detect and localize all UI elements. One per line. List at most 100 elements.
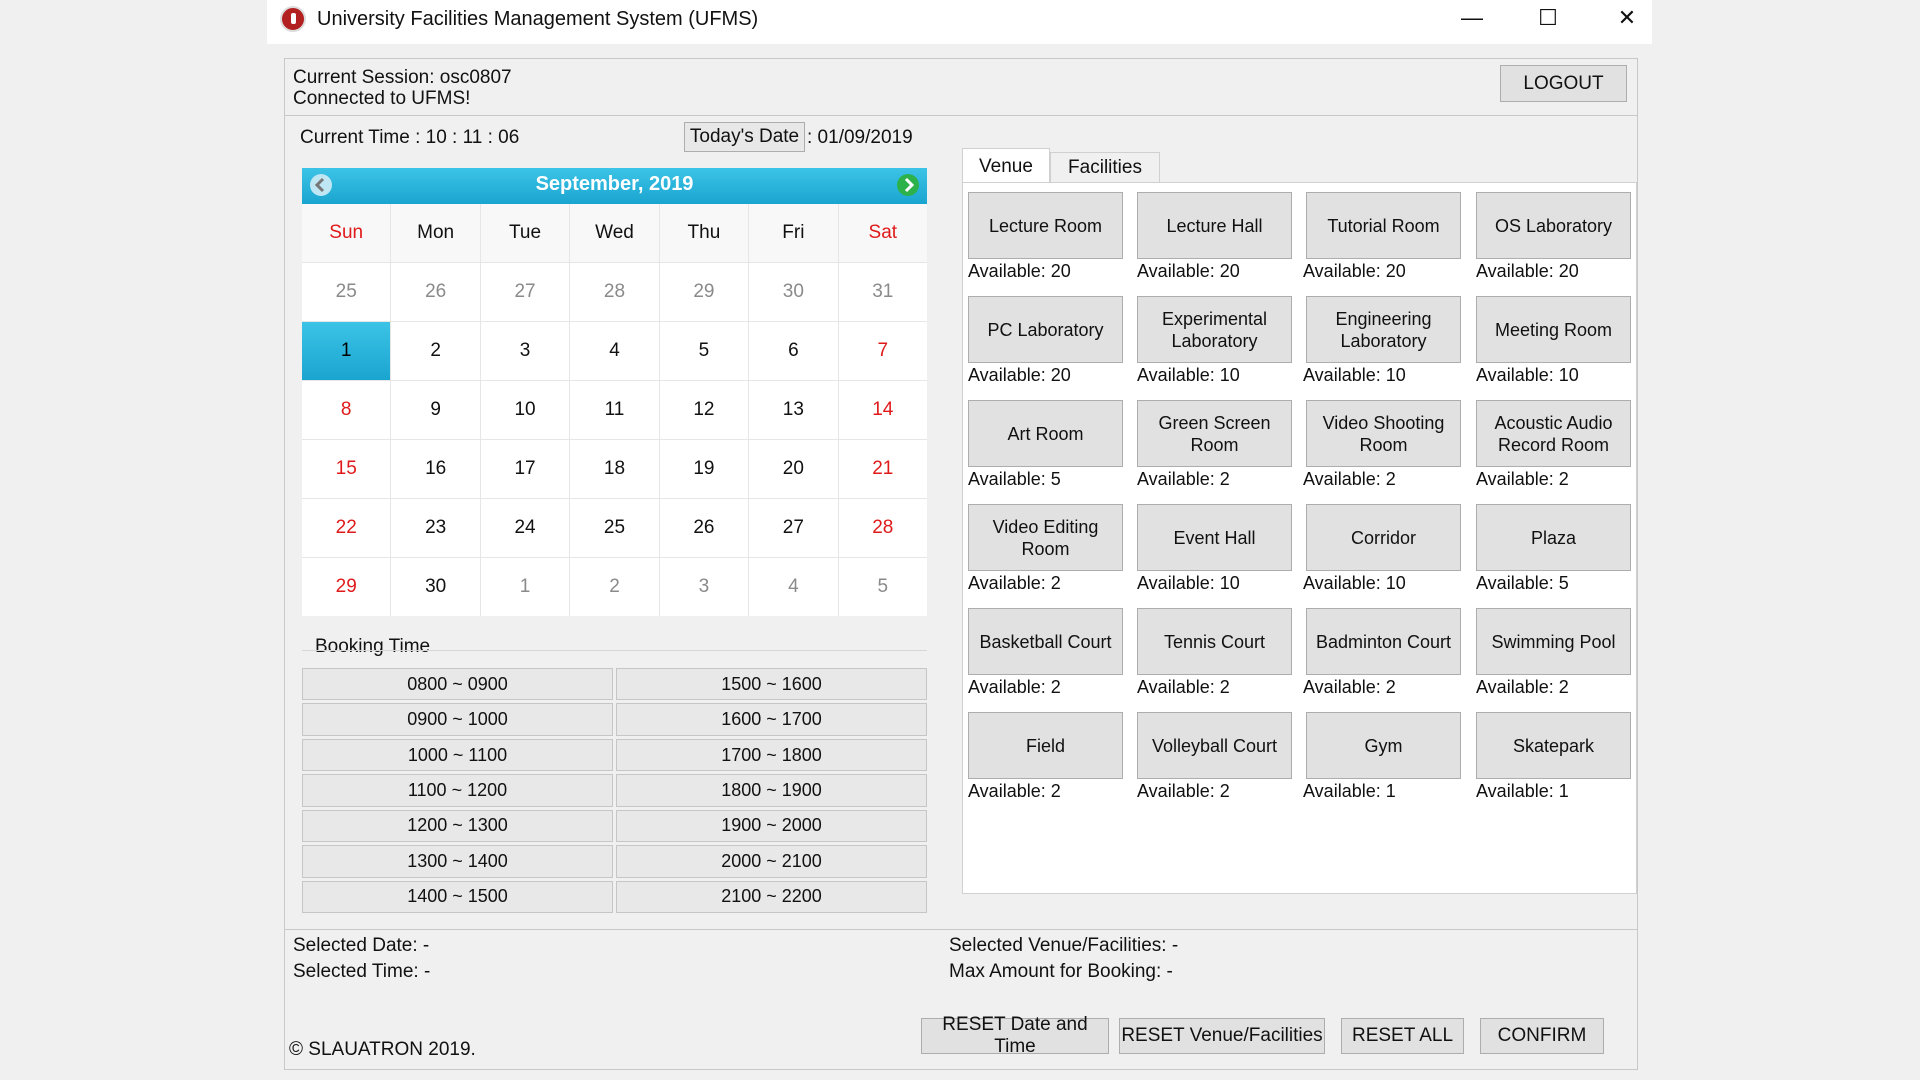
reset-venue-facilities-button[interactable]: RESET Venue/Facilities <box>1119 1018 1325 1054</box>
calendar-day[interactable]: 31 <box>838 263 927 321</box>
booking-time-slot[interactable]: 1700 ~ 1800 <box>616 738 927 772</box>
venue-button[interactable]: Tennis Court <box>1137 608 1292 675</box>
venue-button[interactable]: Video Shooting Room <box>1306 400 1461 467</box>
calendar-day[interactable]: 30 <box>749 263 838 321</box>
connection-status-text: Connected to UFMS! <box>293 88 471 109</box>
calendar-grid: Sun Mon Tue Wed Thu Fri Sat 25 26 27 28 29 30 31 1 2 3 4 5… <box>302 204 927 616</box>
booking-time-slot[interactable]: 1100 ~ 1200 <box>302 774 613 807</box>
booking-time-slot[interactable]: 1800 ~ 1900 <box>616 774 927 807</box>
calendar-day[interactable]: 25 <box>570 499 659 557</box>
calendar-day[interactable]: 8 <box>302 381 391 439</box>
venue-button[interactable]: Meeting Room <box>1476 296 1631 363</box>
venue-button[interactable]: Basketball Court <box>968 608 1123 675</box>
tab-facilities[interactable]: Facilities <box>1050 152 1160 184</box>
logout-button[interactable]: LOGOUT <box>1500 65 1627 102</box>
calendar-day[interactable]: 10 <box>480 381 570 439</box>
venue-button[interactable]: Green Screen Room <box>1137 400 1292 467</box>
venue-button[interactable]: Plaza <box>1476 504 1631 571</box>
venue-button[interactable]: Acoustic Audio Record Room <box>1476 400 1631 467</box>
booking-time-slot[interactable]: 2100 ~ 2200 <box>616 880 927 913</box>
calendar-day[interactable]: 19 <box>659 440 749 498</box>
minimize-button[interactable]: — <box>1437 0 1507 36</box>
calendar-day[interactable]: 15 <box>302 440 391 498</box>
venue-button[interactable]: Event Hall <box>1137 504 1292 571</box>
calendar-day[interactable]: 28 <box>838 499 927 557</box>
booking-time-slot[interactable]: 1000 ~ 1100 <box>302 738 613 772</box>
venue-availability: Available: 20 <box>1476 261 1579 281</box>
calendar-day[interactable]: 17 <box>480 440 570 498</box>
booking-time-slot[interactable]: 1200 ~ 1300 <box>302 809 613 843</box>
venue-button[interactable]: Gym <box>1306 712 1461 779</box>
calendar-day[interactable]: 23 <box>391 499 480 557</box>
calendar-day[interactable]: 29 <box>302 558 391 616</box>
venue-button[interactable]: Skatepark <box>1476 712 1631 779</box>
calendar-day[interactable]: 7 <box>838 322 927 380</box>
booking-time-slot[interactable]: 0900 ~ 1000 <box>302 703 613 736</box>
venue-button[interactable]: OS Laboratory <box>1476 192 1631 259</box>
calendar-day[interactable]: 11 <box>570 381 659 439</box>
calendar-day-selected[interactable]: 1 <box>302 322 391 380</box>
calendar-day[interactable]: 24 <box>480 499 570 557</box>
calendar-day[interactable]: 5 <box>659 322 749 380</box>
venue-button[interactable]: Video Editing Room <box>968 504 1123 571</box>
venue-button[interactable]: PC Laboratory <box>968 296 1123 363</box>
booking-time-slot[interactable]: 1500 ~ 1600 <box>616 668 927 701</box>
todays-date-button[interactable]: Today's Date <box>684 122 805 152</box>
venue-button[interactable]: Badminton Court <box>1306 608 1461 675</box>
selected-date-text: Selected Date: - <box>293 935 430 956</box>
calendar-day[interactable]: 20 <box>749 440 838 498</box>
venue-button[interactable]: Art Room <box>968 400 1123 467</box>
calendar-day[interactable]: 1 <box>480 558 570 616</box>
calendar-day[interactable]: 3 <box>480 322 570 380</box>
calendar-day[interactable]: 2 <box>391 322 480 380</box>
venue-button[interactable]: Field <box>968 712 1123 779</box>
calendar-day[interactable]: 6 <box>749 322 838 380</box>
next-month-icon[interactable] <box>897 174 919 196</box>
booking-time-slot[interactable]: 1300 ~ 1400 <box>302 845 613 878</box>
calendar-day[interactable]: 16 <box>391 440 480 498</box>
calendar-day[interactable]: 12 <box>659 381 749 439</box>
calendar-day[interactable]: 26 <box>659 499 749 557</box>
calendar-day[interactable]: 4 <box>570 322 659 380</box>
booking-time-slot[interactable]: 0800 ~ 0900 <box>302 668 613 701</box>
venue-availability: Available: 1 <box>1476 781 1569 801</box>
confirm-button[interactable]: CONFIRM <box>1480 1018 1604 1054</box>
calendar-day[interactable]: 4 <box>749 558 838 616</box>
calendar-day[interactable]: 28 <box>570 263 659 321</box>
calendar-day[interactable]: 18 <box>570 440 659 498</box>
calendar-day[interactable]: 3 <box>659 558 749 616</box>
close-button[interactable]: ✕ <box>1592 0 1662 36</box>
calendar-header: September, 2019 <box>302 168 927 204</box>
window-title: University Facilities Management System … <box>317 8 759 30</box>
venue-button[interactable]: Lecture Hall <box>1137 192 1292 259</box>
booking-time-slot[interactable]: 2000 ~ 2100 <box>616 845 927 878</box>
calendar-day[interactable]: 27 <box>480 263 570 321</box>
calendar-day[interactable]: 26 <box>391 263 480 321</box>
calendar-day[interactable]: 9 <box>391 381 480 439</box>
venue-button[interactable]: Lecture Room <box>968 192 1123 259</box>
calendar-day[interactable]: 13 <box>749 381 838 439</box>
venue-button[interactable]: Corridor <box>1306 504 1461 571</box>
calendar-day[interactable]: 21 <box>838 440 927 498</box>
reset-date-time-button[interactable]: RESET Date and Time <box>921 1014 1109 1057</box>
venue-button[interactable]: Swimming Pool <box>1476 608 1631 675</box>
calendar-day[interactable]: 5 <box>838 558 927 616</box>
calendar-day[interactable]: 14 <box>838 381 927 439</box>
maximize-button[interactable]: ☐ <box>1513 0 1583 36</box>
tab-venue[interactable]: Venue <box>962 148 1050 184</box>
calendar-day[interactable]: 30 <box>391 558 480 616</box>
booking-time-slot[interactable]: 1900 ~ 2000 <box>616 809 927 843</box>
weekday-header: Mon <box>391 204 480 262</box>
venue-button[interactable]: Volleyball Court <box>1137 712 1292 779</box>
calendar-day[interactable]: 22 <box>302 499 391 557</box>
calendar-day[interactable]: 25 <box>302 263 391 321</box>
calendar-day[interactable]: 29 <box>659 263 749 321</box>
calendar-day[interactable]: 27 <box>749 499 838 557</box>
booking-time-slot[interactable]: 1400 ~ 1500 <box>302 880 613 913</box>
venue-button[interactable]: Experimental Laboratory <box>1137 296 1292 363</box>
venue-button[interactable]: Tutorial Room <box>1306 192 1461 259</box>
venue-button[interactable]: Engineering Laboratory <box>1306 296 1461 363</box>
booking-time-slot[interactable]: 1600 ~ 1700 <box>616 703 927 736</box>
calendar-day[interactable]: 2 <box>570 558 659 616</box>
reset-all-button[interactable]: RESET ALL <box>1341 1018 1464 1054</box>
